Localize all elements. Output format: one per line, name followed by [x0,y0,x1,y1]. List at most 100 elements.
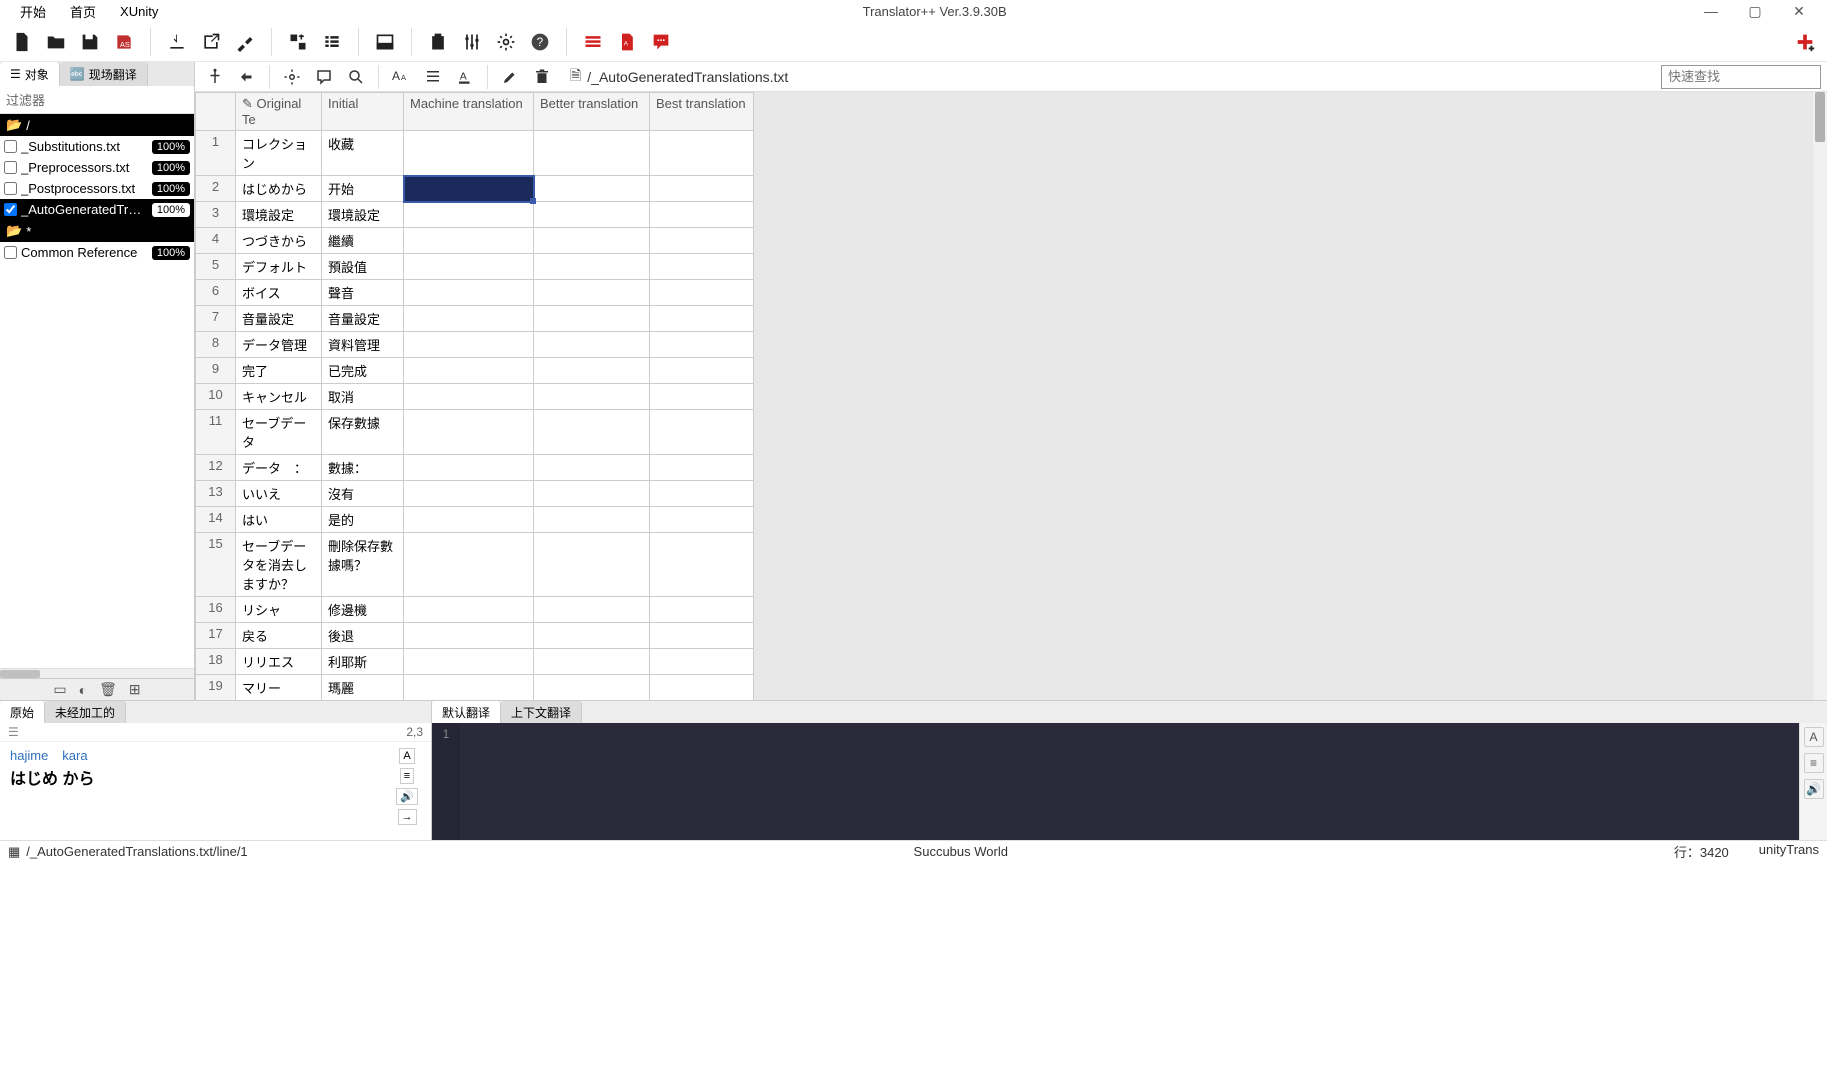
cell-initial[interactable]: 後退 [322,623,404,649]
cell-machine[interactable] [404,455,534,481]
rect-icon[interactable]: ▭ [53,681,66,698]
add-icon[interactable]: ⊞ [129,681,141,698]
tab-raw[interactable]: 原始 [0,701,45,723]
cell-machine[interactable] [404,176,534,202]
batch-icon[interactable] [318,28,346,56]
cell-better[interactable] [534,228,650,254]
cell-original[interactable]: セーブデータ [236,410,322,455]
search-icon[interactable] [342,63,370,91]
cell-initial[interactable]: 收藏 [322,131,404,176]
table-row[interactable]: 16 リシャ 修邊機 [196,597,754,623]
translation-grid[interactable]: ✎ Original Te Initial Machine translatio… [195,92,754,700]
cell-original[interactable]: コレクション [236,131,322,176]
table-row[interactable]: 15 セーブデータを消去しますか？ 刪除保存數據嗎？ [196,533,754,597]
file-checkbox[interactable] [4,246,17,259]
col-header-machine[interactable]: Machine translation [404,93,534,131]
font-icon[interactable]: A [1804,727,1824,747]
lines-icon[interactable]: ≡ [400,768,414,784]
cell-original[interactable]: ボイス [236,280,322,306]
table-row[interactable]: 3 環境設定 環境設定 [196,202,754,228]
row-number[interactable]: 15 [196,533,236,597]
cell-best[interactable] [650,176,754,202]
cell-better[interactable] [534,332,650,358]
table-row[interactable]: 2 はじめから 开始 [196,176,754,202]
paste-icon[interactable] [424,28,452,56]
cell-initial[interactable]: 刪除保存數據嗎？ [322,533,404,597]
line-spacing-icon[interactable] [419,63,447,91]
table-row[interactable]: 5 デフォルト 預設值 [196,254,754,280]
tree-file[interactable]: _Postprocessors.txt 100% [0,178,194,199]
cell-machine[interactable] [404,410,534,455]
row-number[interactable]: 10 [196,384,236,410]
open-project-icon[interactable] [42,28,70,56]
cell-best[interactable] [650,202,754,228]
cell-original[interactable]: 戻る [236,623,322,649]
cell-original[interactable]: デフォルト [236,254,322,280]
tab-unprocessed[interactable]: 未经加工的 [45,701,126,723]
cell-original[interactable]: いいえ [236,481,322,507]
col-header-better[interactable]: Better translation [534,93,650,131]
add-plus-icon[interactable] [1791,28,1819,56]
tree-folder-star[interactable]: 📂 * [0,220,194,242]
file-checkbox[interactable] [4,182,17,195]
cell-initial[interactable]: 瑪麗 [322,675,404,701]
cell-machine[interactable] [404,507,534,533]
cell-best[interactable] [650,131,754,176]
cell-initial[interactable]: 預設值 [322,254,404,280]
cell-best[interactable] [650,358,754,384]
row-number[interactable]: 4 [196,228,236,254]
row-number[interactable]: 3 [196,202,236,228]
cell-initial[interactable]: 環境設定 [322,202,404,228]
cell-best[interactable] [650,410,754,455]
inject-icon[interactable] [231,28,259,56]
sound-icon[interactable]: 🔊 [1804,779,1824,799]
table-row[interactable]: 9 完了 已完成 [196,358,754,384]
cell-machine[interactable] [404,358,534,384]
cell-machine[interactable] [404,306,534,332]
table-row[interactable]: 11 セーブデータ 保存數據 [196,410,754,455]
file-checkbox[interactable] [4,203,17,216]
cell-better[interactable] [534,202,650,228]
cell-best[interactable] [650,507,754,533]
cell-original[interactable]: セーブデータを消去しますか？ [236,533,322,597]
cell-original[interactable]: 完了 [236,358,322,384]
cell-best[interactable] [650,597,754,623]
text-color-icon[interactable]: A [451,63,479,91]
cell-best[interactable] [650,675,754,701]
table-row[interactable]: 4 つづきから 繼續 [196,228,754,254]
cell-best[interactable] [650,332,754,358]
close-button[interactable]: ✕ [1787,3,1811,20]
row-number[interactable]: 19 [196,675,236,701]
table-row[interactable]: 7 音量設定 音量設定 [196,306,754,332]
cell-better[interactable] [534,280,650,306]
tree-file[interactable]: _Substitutions.txt 100% [0,136,194,157]
quick-search-input[interactable] [1661,65,1821,89]
import-icon[interactable] [163,28,191,56]
menu-home[interactable]: 首页 [58,2,108,21]
maximize-button[interactable]: ▢ [1743,3,1767,20]
col-header-initial[interactable]: Initial [322,93,404,131]
comment-icon[interactable] [310,63,338,91]
row-number[interactable]: 17 [196,623,236,649]
cell-machine[interactable] [404,649,534,675]
table-row[interactable]: 8 データ管理 資料管理 [196,332,754,358]
gear-icon[interactable] [278,63,306,91]
chat-icon[interactable] [647,28,675,56]
row-number[interactable]: 11 [196,410,236,455]
cell-initial[interactable]: 取消 [322,384,404,410]
cell-initial[interactable]: 資料管理 [322,332,404,358]
row-number[interactable]: 12 [196,455,236,481]
cell-best[interactable] [650,228,754,254]
cell-machine[interactable] [404,533,534,597]
brush-icon[interactable] [496,63,524,91]
cell-machine[interactable] [404,280,534,306]
tree-file[interactable]: _AutoGeneratedTranslat 100% [0,199,194,220]
anchor-icon[interactable] [201,63,229,91]
list-icon[interactable]: ☰ [8,725,19,739]
font-size-icon[interactable]: AA [387,63,415,91]
cell-initial[interactable]: 是的 [322,507,404,533]
cell-better[interactable] [534,533,650,597]
cell-best[interactable] [650,455,754,481]
cell-original[interactable]: 音量設定 [236,306,322,332]
cell-initial[interactable]: 开始 [322,176,404,202]
